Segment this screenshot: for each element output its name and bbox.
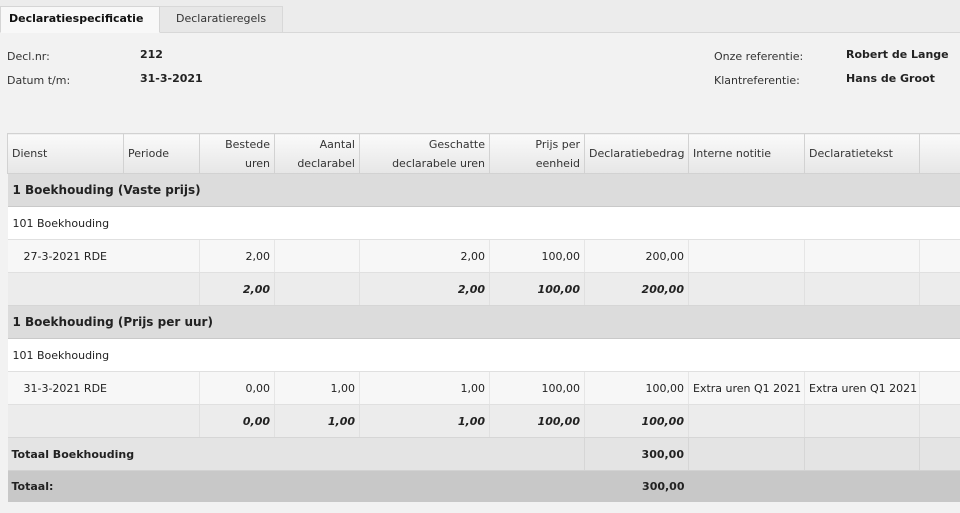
totaal-boekhouding-row: Totaal Boekhouding 300,00: [7, 437, 960, 471]
cell-aantal: 1,00: [274, 371, 360, 405]
sum-prijs: 100,00: [489, 272, 585, 306]
sum-geschatte: 1,00: [359, 404, 490, 438]
cell-bedrag: 100,00: [584, 371, 689, 405]
cell-tekst: Extra uren Q1 2021: [804, 371, 920, 405]
group-row: 1 Boekhouding (Vaste prijs): [7, 173, 960, 207]
cell-tekst: [804, 239, 920, 273]
col-aantal-declarabel[interactable]: Aantal declarabel: [274, 133, 360, 174]
sum-aantal: 1,00: [274, 404, 360, 438]
sum-bedrag: 200,00: [584, 272, 689, 306]
table-header-row: Dienst Periode Bestede uren Aantal declara…: [7, 133, 960, 174]
subtotal-row: 2,00 2,00 100,00 200,00: [7, 272, 960, 306]
cell-bedrag: 200,00: [584, 239, 689, 273]
decl-nr-label: Decl.nr:: [7, 50, 50, 63]
cell-empty: [804, 272, 920, 306]
tab-declaratieregels[interactable]: Declaratieregels: [160, 6, 283, 33]
tab-bar: Declaratiespecificatie Declaratieregels: [0, 0, 960, 33]
col-declaratiebedrag[interactable]: Declaratiebedrag: [584, 133, 689, 174]
col-prijs-per-eenheid[interactable]: Prijs per eenheid: [489, 133, 585, 174]
sum-bedrag: 100,00: [584, 404, 689, 438]
subgroup-title: 101 Boekhouding: [7, 206, 960, 240]
onze-referentie-value: Robert de Lange: [846, 48, 949, 61]
cell-empty: [919, 470, 960, 502]
cell-bestede: 0,00: [199, 371, 275, 405]
table-row[interactable]: 27-3-2021 RDE 2,00 2,00 100,00 200,00: [7, 239, 960, 273]
group-title: 1 Boekhouding (Prijs per uur): [7, 305, 960, 339]
cell-bestede: 2,00: [199, 239, 275, 273]
cell-empty: [688, 272, 805, 306]
decl-nr-value: 212: [140, 48, 163, 61]
cell-periode: 27-3-2021 RDE: [7, 239, 200, 273]
totaal-row: Totaal: 300,00: [7, 470, 960, 502]
cell-geschatte: 2,00: [359, 239, 490, 273]
col-geschatte-line1: Geschatte: [428, 138, 485, 151]
cell-aantal: [274, 239, 360, 273]
col-bestede-line2: uren: [245, 157, 270, 170]
col-declaratietekst[interactable]: Declaratietekst: [804, 133, 920, 174]
col-prijs-line1: Prijs per: [535, 138, 580, 151]
cell-empty: [804, 470, 920, 502]
col-periode[interactable]: Periode: [123, 133, 200, 174]
cell-empty: [688, 470, 805, 502]
cell-empty: [7, 404, 200, 438]
col-geschatte-declarabele-uren[interactable]: Geschatte declarabele uren: [359, 133, 490, 174]
group-title: 1 Boekhouding (Vaste prijs): [7, 173, 960, 207]
subgroup-row: 101 Boekhouding: [7, 206, 960, 240]
col-aantal-line2: declarabel: [297, 157, 355, 170]
cell-extra: [919, 371, 960, 405]
cell-prijs: 100,00: [489, 371, 585, 405]
cell-notitie: Extra uren Q1 2021: [688, 371, 805, 405]
cell-empty: [804, 404, 920, 438]
subgroup-row: 101 Boekhouding: [7, 338, 960, 372]
sum-bestede: 0,00: [199, 404, 275, 438]
onze-referentie-label: Onze referentie:: [714, 50, 804, 63]
sum-aantal: [274, 272, 360, 306]
cell-geschatte: 1,00: [359, 371, 490, 405]
cell-empty: [688, 437, 805, 471]
cell-empty: [919, 404, 960, 438]
datum-value: 31-3-2021: [140, 72, 203, 85]
sum-geschatte: 2,00: [359, 272, 490, 306]
col-bestede-uren[interactable]: Bestede uren: [199, 133, 275, 174]
tab-declaratiespecificatie[interactable]: Declaratiespecificatie: [0, 6, 160, 33]
subtotal-row: 0,00 1,00 1,00 100,00 100,00: [7, 404, 960, 438]
klantreferentie-label: Klantreferentie:: [714, 74, 800, 87]
totaal-boekhouding-label: Totaal Boekhouding: [7, 437, 585, 471]
col-dienst[interactable]: Dienst: [7, 133, 124, 174]
col-aantal-line1: Aantal: [319, 138, 355, 151]
cell-empty: [919, 272, 960, 306]
cell-empty: [919, 437, 960, 471]
cell-extra: [919, 239, 960, 273]
sum-prijs: 100,00: [489, 404, 585, 438]
cell-periode: 31-3-2021 RDE: [7, 371, 200, 405]
totaal-bedrag: 300,00: [584, 470, 689, 502]
col-bestede-line1: Bestede: [225, 138, 270, 151]
totaal-boekhouding-bedrag: 300,00: [584, 437, 689, 471]
klantreferentie-value: Hans de Groot: [846, 72, 935, 85]
subgroup-title: 101 Boekhouding: [7, 338, 960, 372]
group-row: 1 Boekhouding (Prijs per uur): [7, 305, 960, 339]
cell-empty: [804, 437, 920, 471]
datum-label: Datum t/m:: [7, 74, 71, 87]
specification-table: Dienst Periode Bestede uren Aantal declara…: [7, 133, 960, 502]
col-interne-notitie[interactable]: Interne notitie: [688, 133, 805, 174]
col-extra: [919, 133, 960, 174]
cell-empty: [7, 272, 200, 306]
sum-bestede: 2,00: [199, 272, 275, 306]
col-prijs-line2: eenheid: [535, 157, 580, 170]
cell-prijs: 100,00: [489, 239, 585, 273]
table-row[interactable]: 31-3-2021 RDE 0,00 1,00 1,00 100,00 100,…: [7, 371, 960, 405]
col-geschatte-line2: declarabele uren: [392, 157, 485, 170]
totaal-label: Totaal:: [7, 470, 585, 502]
cell-notitie: [688, 239, 805, 273]
cell-empty: [688, 404, 805, 438]
